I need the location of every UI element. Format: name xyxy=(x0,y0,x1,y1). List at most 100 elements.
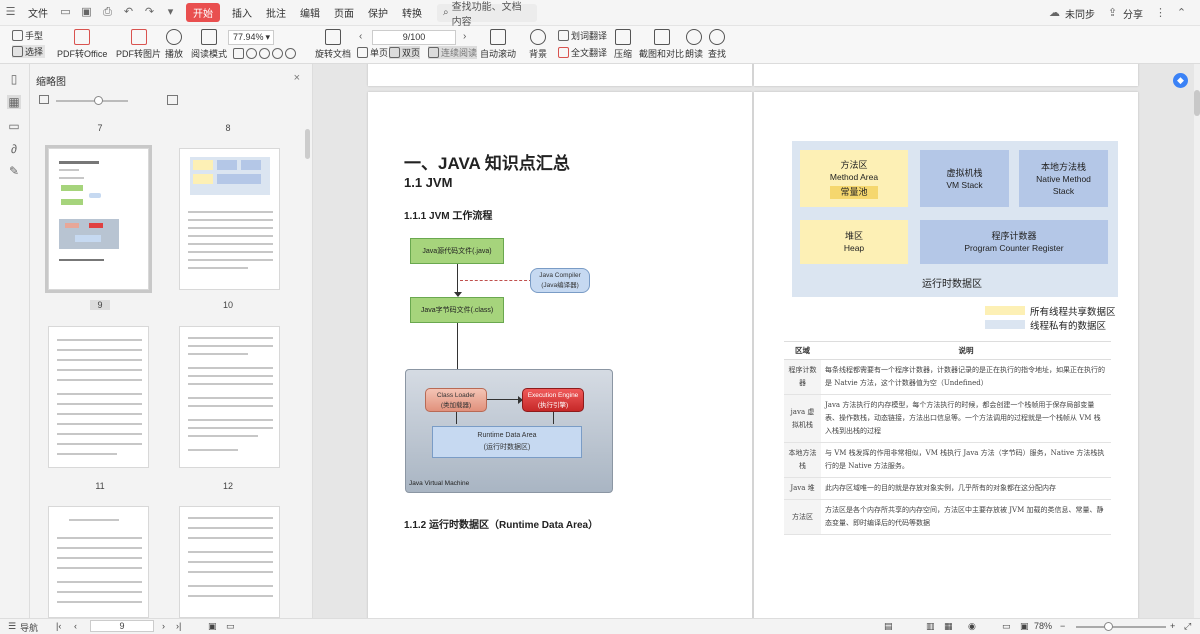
eye-icon[interactable]: ◉ xyxy=(968,621,976,632)
double-view-icon[interactable]: ▥ xyxy=(926,621,935,632)
continuous-read-button[interactable]: 连续阅读 xyxy=(428,46,478,59)
single-view-icon[interactable]: ▤ xyxy=(884,621,893,632)
collapse-ribbon-icon[interactable]: ⌃ xyxy=(1175,7,1188,20)
page-number-input[interactable]: 9/100 xyxy=(372,30,456,45)
chevron-down-icon[interactable]: ▾ xyxy=(164,6,177,19)
find-label: 查找 xyxy=(708,49,727,59)
slider-knob[interactable] xyxy=(94,96,103,105)
small-thumb-icon[interactable] xyxy=(39,95,49,104)
java-compiler-box: Java Compiler (Java编译器) xyxy=(530,268,590,293)
search-input[interactable]: ⌕ 查找功能、文档内容 xyxy=(437,2,537,28)
thumbnail-page-12[interactable] xyxy=(179,326,280,468)
tab-insert[interactable]: 插入 xyxy=(225,5,259,20)
print-icon[interactable]: ⎙ xyxy=(101,6,114,19)
thumbnail-size-slider[interactable] xyxy=(56,96,128,105)
last-page-icon[interactable]: ›| xyxy=(176,621,181,631)
zoom-in-icon[interactable] xyxy=(259,48,270,59)
floating-assistant-icon[interactable]: ◆ xyxy=(1173,73,1188,88)
thumbnail-page-14[interactable] xyxy=(179,506,280,618)
zoom-slider-knob[interactable] xyxy=(1104,622,1113,631)
statusbar: ☰ 导航 |‹ ‹ 9 › ›| ▣ ▭ ▤ ▥ ▦ ◉ ▭ ▣ 78% − +… xyxy=(0,618,1200,634)
save-icon[interactable]: ▣ xyxy=(80,6,93,19)
vm-stack-cn: 虚拟机栈 xyxy=(946,167,983,178)
comment-icon[interactable]: ▭ xyxy=(7,119,21,133)
screenshot-compare-button[interactable]: 截图和对比 xyxy=(639,26,684,64)
background-button[interactable]: 背景 xyxy=(529,26,547,64)
compress-button[interactable]: 压缩 xyxy=(614,26,632,64)
document-view[interactable]: 一、JAVA 知识点汇总 1.1 JVM 1.1.1 JVM 工作流程 Java… xyxy=(313,64,1194,618)
double-page-button[interactable]: 双页 xyxy=(389,46,421,59)
tab-convert[interactable]: 转换 xyxy=(395,5,429,20)
attachment-icon[interactable]: ∂ xyxy=(7,142,21,156)
page-number-field[interactable]: 9 xyxy=(90,620,154,632)
zoom-select[interactable]: 77.94% ▾ xyxy=(228,30,274,45)
next-page-icon[interactable]: › xyxy=(463,31,466,42)
hamburger-menu-icon[interactable]: ☰ xyxy=(4,6,17,19)
ribbon: 手型 选择 PDF转Office PDF转图片 播放 阅读模式 77.94% ▾ … xyxy=(0,26,1200,64)
tab-page[interactable]: 页面 xyxy=(327,5,361,20)
fit-icon[interactable]: ▣ xyxy=(208,621,217,632)
table-cell: 方法区 xyxy=(784,499,821,535)
pdf-to-image-button[interactable]: PDF转图片 xyxy=(116,26,161,64)
undo-icon[interactable]: ↶ xyxy=(122,6,135,19)
document-scrollbar[interactable] xyxy=(1194,64,1200,618)
heap-cn: 堆区 xyxy=(844,231,863,241)
open-folder-icon[interactable]: ▭ xyxy=(59,6,72,19)
heap-en: Heap xyxy=(843,243,865,253)
fit-page-icon[interactable]: ▣ xyxy=(1020,621,1029,632)
thumbnail-page-10[interactable] xyxy=(179,148,280,290)
thumbnail-page-13[interactable] xyxy=(48,506,149,618)
translate-full-button[interactable]: 全文翻译 xyxy=(558,46,607,59)
fullscreen-icon[interactable]: ⤢ xyxy=(1184,621,1191,632)
runtime-cn: (运行时数据区) xyxy=(483,444,531,451)
rotate-right-icon[interactable] xyxy=(285,48,296,59)
thumbnail-scrollbar[interactable] xyxy=(305,129,310,159)
share-button[interactable]: 分享 xyxy=(1123,6,1150,21)
read-aloud-button[interactable]: 朗读 xyxy=(685,26,703,64)
nav-label[interactable]: 导航 xyxy=(20,621,38,634)
layout-icon[interactable]: ▭ xyxy=(1002,621,1011,632)
thumb-label-7: 7 xyxy=(97,123,103,133)
nav-icon[interactable]: ☰ xyxy=(8,621,16,632)
scrollbar-thumb[interactable] xyxy=(1194,90,1200,116)
tab-protect[interactable]: 保护 xyxy=(361,5,395,20)
redo-icon[interactable]: ↷ xyxy=(143,6,156,19)
menu-file[interactable]: 文件 xyxy=(21,5,55,20)
translate-word-button[interactable]: 划词翻译 xyxy=(558,29,607,42)
thumbnail-page-9[interactable] xyxy=(45,145,152,293)
tab-start[interactable]: 开始 xyxy=(186,3,220,22)
close-icon[interactable]: × xyxy=(294,72,300,84)
read-mode-button[interactable]: 阅读模式 xyxy=(191,26,227,64)
book-view-icon[interactable]: ▦ xyxy=(944,621,953,632)
zoom-percent[interactable]: 78% xyxy=(1034,621,1052,631)
tab-edit[interactable]: 编辑 xyxy=(293,5,327,20)
auto-scroll-button[interactable]: 自动滚动 xyxy=(480,26,516,64)
thumbnail-page-11[interactable] xyxy=(48,326,149,468)
rotate-left-icon[interactable] xyxy=(272,48,283,59)
fit-page-icon[interactable] xyxy=(233,48,244,59)
more-icon[interactable]: ⋮ xyxy=(1154,7,1167,20)
select-tool-button[interactable]: 选择 xyxy=(12,45,46,58)
thumbnail-icon[interactable]: ▦ xyxy=(7,95,21,109)
fit-width-icon[interactable]: ▭ xyxy=(226,621,235,632)
zoom-slider[interactable] xyxy=(1076,626,1166,628)
play-button[interactable]: 播放 xyxy=(165,26,183,64)
signature-icon[interactable]: ✎ xyxy=(7,164,21,178)
hand-tool-button[interactable]: 手型 xyxy=(12,29,43,42)
large-thumb-icon[interactable] xyxy=(167,95,178,105)
rotate-document-button[interactable]: 旋转文档 xyxy=(315,26,351,64)
single-page-button[interactable]: 单页 xyxy=(357,46,388,59)
zoom-in-icon[interactable]: + xyxy=(1170,621,1175,631)
tab-annotate[interactable]: 批注 xyxy=(259,5,293,20)
next-page-icon[interactable]: › xyxy=(162,621,165,631)
pdf-to-office-button[interactable]: PDF转Office xyxy=(57,26,107,64)
prev-page-icon[interactable]: ‹ xyxy=(359,31,362,42)
find-button[interactable]: 查找 xyxy=(708,26,726,64)
bookmark-icon[interactable]: ▯ xyxy=(7,72,21,86)
jvm-container: Class Loader (类加载器) Execution Engine (执行… xyxy=(405,369,613,493)
unsync-status[interactable]: 未同步 xyxy=(1065,6,1102,21)
prev-page-icon[interactable]: ‹ xyxy=(74,621,77,631)
first-page-icon[interactable]: |‹ xyxy=(56,621,61,631)
zoom-out-icon[interactable]: − xyxy=(1060,621,1065,631)
zoom-out-icon[interactable] xyxy=(246,48,257,59)
